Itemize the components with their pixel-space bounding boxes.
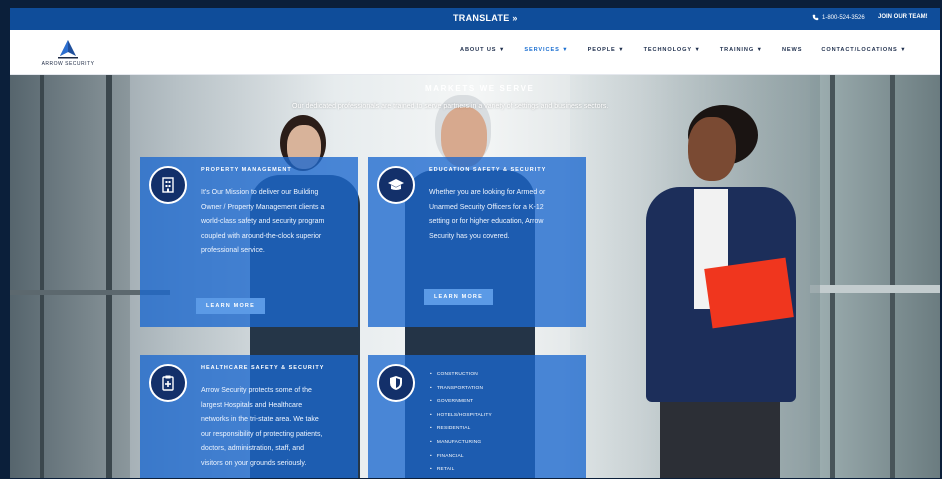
- learn-more-button[interactable]: LEARN MORE: [196, 298, 265, 314]
- card-markets-list: CONSTRUCTION TRANSPORTATION GOVERNMENT H…: [368, 355, 586, 478]
- market-item[interactable]: TRANSPORTATION: [430, 382, 492, 396]
- nav-about-us[interactable]: ABOUT US ▼: [460, 47, 505, 53]
- card-title: HEALTHCARE SAFETY & SECURITY: [201, 365, 325, 371]
- nav-services[interactable]: SERVICES ▼: [524, 47, 568, 53]
- phone-number: 1-800-524-3526: [822, 14, 865, 21]
- card-line: world-class safety and security program: [201, 218, 325, 226]
- nav-training[interactable]: TRAINING ▼: [720, 47, 763, 53]
- arrow-security-logo[interactable]: ARROW SECURITY: [38, 38, 98, 68]
- market-item[interactable]: FINANCIAL: [430, 450, 492, 464]
- card-body: Whether you are looking for Armed or Una…: [429, 186, 545, 244]
- card-property-management: PROPERTY MANAGEMENT It's Our Mission to …: [140, 157, 358, 327]
- card-line: setting or for higher education, Arrow: [429, 218, 544, 226]
- logo-text: ARROW SECURITY: [41, 61, 95, 67]
- shield-icon: [390, 376, 402, 390]
- markets-hero-section: MARKETS WE SERVE Our dedicated professio…: [10, 75, 940, 478]
- arrow-logo-icon: [58, 40, 78, 59]
- graduation-cap-icon: [388, 179, 404, 190]
- translate-link[interactable]: TRANSLATE »: [453, 13, 518, 23]
- card-line: Whether you are looking for Armed or: [429, 189, 546, 196]
- market-item[interactable]: HOTELS/HOSPITALITY: [430, 409, 492, 423]
- card-title: PROPERTY MANAGEMENT: [201, 167, 292, 173]
- nav-news[interactable]: NEWS: [782, 47, 802, 53]
- card-line: professional service.: [201, 247, 265, 255]
- nav-technology[interactable]: TECHNOLOGY ▼: [644, 47, 701, 53]
- market-item[interactable]: CONSTRUCTION: [430, 368, 492, 382]
- nav-contact-locations[interactable]: CONTACT/LOCATIONS ▼: [821, 47, 906, 53]
- red-folder: [704, 257, 794, 329]
- main-navbar: ARROW SECURITY ABOUT US ▼ SERVICES ▼ PEO…: [10, 30, 940, 75]
- browser-frame: TRANSLATE » 1-800-524-3526 JOIN OUR TEAM…: [10, 8, 940, 478]
- person-woman-right: [620, 105, 820, 478]
- card-line: doctors, administration, staff, and: [201, 445, 304, 453]
- property-icon-circle: [149, 166, 187, 204]
- market-item[interactable]: RESIDENTIAL: [430, 422, 492, 436]
- market-item[interactable]: RETAIL: [430, 463, 492, 477]
- card-line: visitors on your grounds seriously.: [201, 459, 307, 467]
- markets-list: CONSTRUCTION TRANSPORTATION GOVERNMENT H…: [430, 368, 492, 477]
- card-body: Arrow Security protects some of the larg…: [201, 384, 322, 472]
- card-line: our responsibility of protecting patient…: [201, 430, 323, 438]
- top-utility-bar: TRANSLATE » 1-800-524-3526 JOIN OUR TEAM…: [10, 8, 940, 30]
- phone-icon: [812, 14, 819, 21]
- market-item[interactable]: MANUFACTURING: [430, 436, 492, 450]
- nav-menu: ABOUT US ▼ SERVICES ▼ PEOPLE ▼ TECHNOLOG…: [460, 47, 926, 53]
- card-line: Owner / Property Management clients a: [201, 203, 325, 211]
- card-body: It's Our Mission to deliver our Building…: [201, 186, 324, 259]
- phone-link[interactable]: 1-800-524-3526: [812, 14, 865, 21]
- market-item[interactable]: GOVERNMENT: [430, 395, 492, 409]
- healthcare-icon-circle: [149, 364, 187, 402]
- clipboard-icon: [162, 375, 174, 391]
- card-title: EDUCATION SAFETY & SECURITY: [429, 167, 547, 173]
- card-line: largest Hospitals and Healthcare: [201, 401, 303, 409]
- markets-icon-circle: [377, 364, 415, 402]
- education-icon-circle: [377, 166, 415, 204]
- card-line: networks in the tri-state area. We take: [201, 416, 319, 424]
- card-line: Unarmed Security Officers for a K-12: [429, 203, 544, 211]
- card-education-safety: EDUCATION SAFETY & SECURITY Whether you …: [368, 157, 586, 327]
- building-icon: [162, 177, 174, 193]
- hero-subtitle: Our dedicated professionals are trained …: [292, 103, 609, 110]
- card-line: It's Our Mission to deliver our Building: [201, 189, 319, 196]
- card-healthcare-safety: HEALTHCARE SAFETY & SECURITY Arrow Secur…: [140, 355, 358, 478]
- card-line: Arrow Security protects some of the: [201, 387, 312, 394]
- join-our-team-link[interactable]: JOIN OUR TEAM!: [878, 14, 928, 20]
- card-line: Security has you covered.: [429, 232, 510, 240]
- learn-more-button[interactable]: LEARN MORE: [424, 289, 493, 305]
- hero-title: MARKETS WE SERVE: [425, 84, 535, 93]
- card-line: coupled with around-the-clock superior: [201, 232, 322, 240]
- nav-people[interactable]: PEOPLE ▼: [588, 47, 625, 53]
